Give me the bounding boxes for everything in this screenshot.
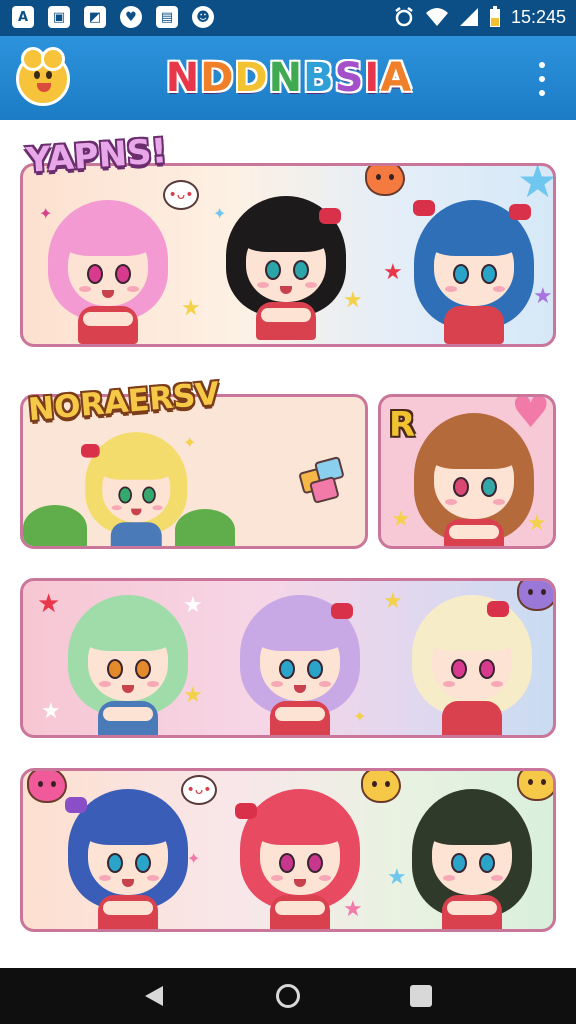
- sticker-letter: R: [389, 405, 416, 445]
- star-icon: ★: [383, 260, 403, 285]
- app-title-letter: S: [334, 55, 365, 101]
- back-icon[interactable]: [145, 986, 163, 1006]
- character-cream-hair: [407, 589, 537, 735]
- app-title-letter: D: [234, 55, 269, 101]
- character-blue-hair: [409, 194, 539, 344]
- sticker-panel-1[interactable]: •ᴗ• ★ ★ ★ ★ ★ ✦ ✦: [20, 163, 556, 347]
- bag-icon: ▤: [156, 6, 178, 28]
- more-vert-icon[interactable]: [534, 62, 550, 96]
- character-mint-hair: [63, 589, 193, 735]
- recents-icon[interactable]: [410, 985, 432, 1007]
- sparkle-icon: ✦: [39, 204, 53, 223]
- character-dark-green-hair: [407, 783, 537, 929]
- sparkle-icon: ✦: [213, 204, 227, 223]
- star-icon: ★: [387, 865, 407, 890]
- sticker-panel-3[interactable]: R ♥ ★ ★: [378, 394, 556, 549]
- signal-icon: [459, 8, 478, 26]
- character-lavender-hair: [235, 589, 365, 735]
- app-title-letter: I: [364, 55, 381, 101]
- character-pink-hair: [43, 194, 173, 344]
- app-title-letter: N: [268, 55, 304, 101]
- sticker-panel-4[interactable]: ★ ★ ★ ★ ★ ✦: [20, 578, 556, 738]
- star-icon: ★: [37, 589, 61, 619]
- app-title-letter: D: [200, 55, 235, 101]
- yellow-blob-icon: [361, 771, 401, 803]
- yellow-blob-icon: [517, 771, 553, 801]
- game-icon: ☻: [192, 6, 214, 28]
- speech-bubble-icon: •ᴗ•: [181, 775, 217, 805]
- bush-left: [23, 505, 87, 546]
- purple-blob-icon: [517, 581, 553, 611]
- navigation-bar: [0, 968, 576, 1024]
- battery-icon: [489, 6, 500, 27]
- orange-blob-icon: [365, 166, 405, 196]
- star-icon: ★: [533, 284, 553, 309]
- notification-icons: A ▣ ◩ ♥ ▤ ☻: [12, 6, 214, 28]
- app-title: NDDNBSIA: [166, 50, 412, 106]
- star-icon: ★: [41, 699, 61, 724]
- speech-bubble-icon: •ᴗ•: [163, 180, 199, 210]
- home-icon[interactable]: [276, 984, 300, 1008]
- character-navy-hair: [63, 783, 193, 929]
- alarm-icon: [395, 7, 413, 27]
- bush-right: [175, 509, 235, 546]
- star-icon: ★: [343, 288, 363, 313]
- star-icon: ✦: [353, 707, 367, 726]
- heart-icon: ♥: [511, 394, 551, 438]
- pink-blob-icon: [27, 771, 67, 803]
- clock: 15:245: [510, 6, 566, 27]
- sticker-panel-5[interactable]: •ᴗ• ★ ★ ✦: [20, 768, 556, 932]
- text-icon: A: [12, 6, 34, 28]
- status-bar: A ▣ ◩ ♥ ▤ ☻ 15:245: [0, 0, 576, 36]
- star-icon: ★: [183, 683, 203, 708]
- system-icons: 15:245: [393, 6, 566, 28]
- gallery-icon: ◩: [84, 6, 106, 28]
- star-icon: ★: [181, 296, 201, 321]
- app-title-letter: A: [380, 55, 413, 101]
- bear-mascot-icon[interactable]: [16, 47, 70, 106]
- star-icon: ✦: [183, 433, 197, 452]
- image-icon: ▣: [48, 6, 70, 28]
- star-icon: ★: [383, 589, 403, 614]
- character-black-hair: [221, 190, 351, 340]
- app-title-letter: B: [303, 55, 335, 101]
- chat-heart-icon: ♥: [120, 6, 142, 28]
- star-icon: ✦: [187, 849, 201, 868]
- star-icon: ★: [183, 593, 203, 618]
- star-icon: ★: [343, 897, 363, 922]
- app-title-letter: N: [165, 55, 201, 101]
- wifi-icon: [425, 8, 448, 26]
- candy-blocks-icon: [297, 455, 350, 506]
- app-bar: NDDNBSIA: [0, 36, 576, 120]
- star-icon: ★: [517, 163, 556, 208]
- star-icon: ★: [391, 507, 411, 532]
- star-icon: ★: [527, 511, 547, 536]
